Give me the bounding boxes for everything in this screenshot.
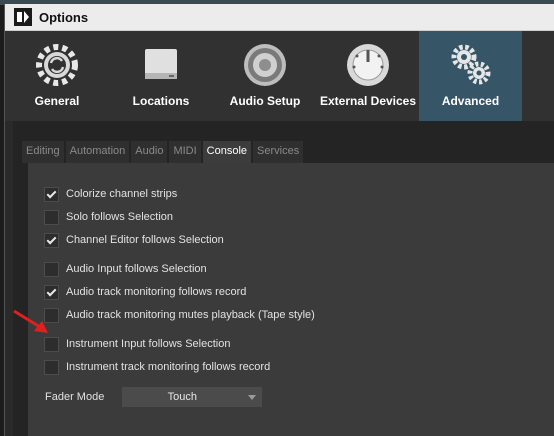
checkbox[interactable]	[44, 186, 59, 202]
option-label: Instrument track monitoring follows reco…	[66, 361, 271, 373]
content-area: Editing Automation Audio MIDI Console Se…	[13, 121, 554, 436]
option-label: Solo follows Selection	[66, 211, 174, 223]
category-label: Audio Setup	[229, 94, 301, 108]
speaker-icon	[244, 44, 286, 86]
tab-editing[interactable]: Editing	[22, 141, 64, 163]
option-label: Instrument Input follows Selection	[66, 338, 231, 350]
tab-services[interactable]: Services	[253, 141, 304, 163]
category-general[interactable]: General	[5, 31, 109, 121]
fader-mode-select[interactable]: Touch	[122, 387, 263, 407]
category-bar: General Locations Audio Setup External D…	[5, 31, 554, 121]
app-logo-icon	[14, 8, 32, 26]
option-solo-follows-selection[interactable]: Solo follows Selection	[44, 207, 173, 227]
option-channel-editor-follows-selection[interactable]: Channel Editor follows Selection	[44, 230, 224, 250]
option-label: Audio Input follows Selection	[66, 263, 207, 275]
gear-refresh-icon	[36, 44, 78, 86]
fader-mode-label: Fader Mode	[45, 391, 105, 403]
checkbox[interactable]	[44, 261, 59, 277]
option-label: Channel Editor follows Selection	[66, 234, 224, 246]
drive-icon	[145, 49, 177, 79]
option-label: Audio track monitoring mutes playback (T…	[66, 309, 315, 321]
option-colorize-channel-strips[interactable]: Colorize channel strips	[44, 184, 177, 204]
tab-console[interactable]: Console	[202, 141, 252, 163]
knob-icon	[347, 44, 389, 86]
tab-bar: Editing Automation Audio MIDI Console Se…	[22, 141, 305, 163]
option-audio-track-monitoring-mutes-playback[interactable]: Audio track monitoring mutes playback (T…	[44, 305, 315, 325]
checkbox[interactable]	[44, 232, 59, 248]
category-external-devices[interactable]: External Devices	[317, 31, 419, 121]
category-label: External Devices	[319, 94, 417, 108]
tab-automation[interactable]: Automation	[65, 141, 130, 163]
category-advanced[interactable]: Advanced	[419, 31, 522, 121]
option-instrument-track-monitoring-follows-record[interactable]: Instrument track monitoring follows reco…	[44, 357, 270, 377]
checkbox[interactable]	[44, 284, 59, 300]
fader-mode-value: Touch	[167, 391, 197, 403]
tab-audio[interactable]: Audio	[131, 141, 168, 163]
option-label: Colorize channel strips	[66, 188, 178, 200]
tab-midi[interactable]: MIDI	[169, 141, 201, 163]
category-audio-setup[interactable]: Audio Setup	[213, 31, 317, 121]
option-audio-input-follows-selection[interactable]: Audio Input follows Selection	[44, 259, 207, 279]
category-label: General	[34, 94, 80, 108]
title-bar: Options	[5, 4, 554, 31]
console-options-panel: Colorize channel strips Solo follows Sel…	[28, 163, 554, 436]
category-label: Locations	[132, 94, 190, 108]
option-label: Audio track monitoring follows record	[66, 286, 247, 298]
window-title: Options	[39, 9, 89, 25]
category-label: Advanced	[441, 94, 500, 108]
gears-icon	[451, 44, 490, 85]
fader-mode-row: Fader Mode Touch	[45, 387, 263, 407]
chevron-down-icon	[248, 395, 257, 400]
checkbox[interactable]	[44, 359, 59, 375]
option-audio-track-monitoring-follows-record[interactable]: Audio track monitoring follows record	[44, 282, 246, 302]
annotation-arrow-icon	[13, 309, 48, 333]
option-instrument-input-follows-selection[interactable]: Instrument Input follows Selection	[44, 334, 230, 354]
options-window: Options General Locations Audio Setup Ex…	[4, 4, 554, 436]
category-locations[interactable]: Locations	[109, 31, 213, 121]
checkbox[interactable]	[44, 209, 59, 225]
checkbox[interactable]	[44, 336, 59, 352]
